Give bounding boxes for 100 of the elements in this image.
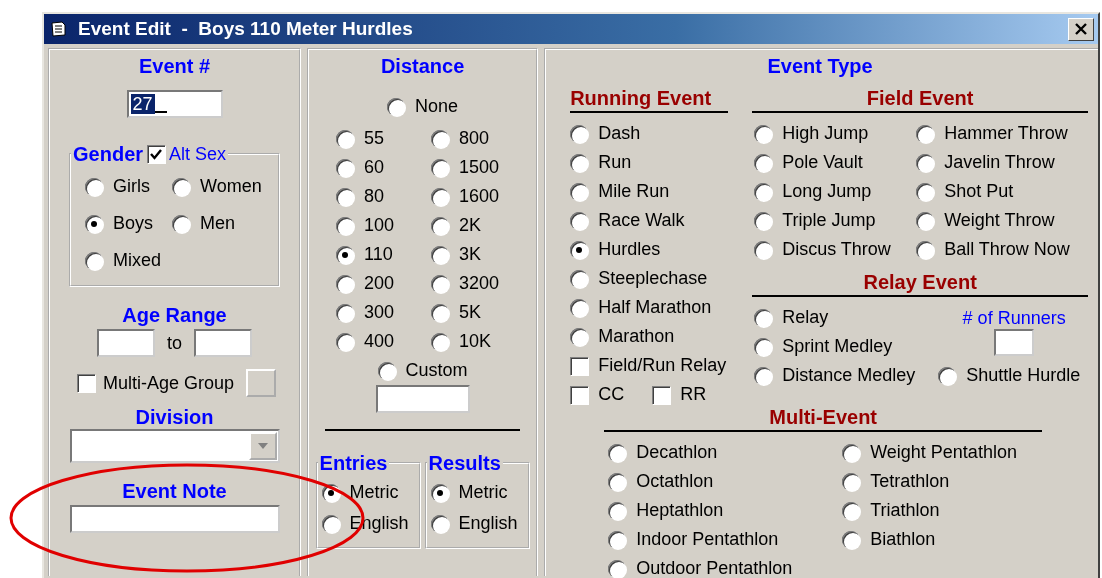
radio-button[interactable] xyxy=(570,269,589,288)
radio-button[interactable] xyxy=(431,303,450,322)
radio-button[interactable] xyxy=(608,530,627,549)
radio-button[interactable] xyxy=(570,211,589,230)
option-label: Decathlon xyxy=(636,442,718,463)
option-label: Boys xyxy=(113,213,154,234)
radio-button[interactable] xyxy=(387,97,406,116)
option-label: Tetrathlon xyxy=(870,471,950,492)
radio-button[interactable] xyxy=(570,124,589,143)
radio-button[interactable] xyxy=(85,214,103,233)
radio-button[interactable] xyxy=(916,124,935,143)
radio-button[interactable] xyxy=(336,158,355,177)
radio-button[interactable] xyxy=(431,216,450,235)
radio-button[interactable] xyxy=(570,298,589,317)
field-label: # of Runners xyxy=(962,308,1066,329)
option-label: Men xyxy=(200,213,236,234)
option-label: Mile Run xyxy=(598,181,670,202)
option-label: 300 xyxy=(364,302,395,323)
event-note-field[interactable] xyxy=(69,505,280,533)
checkbox[interactable] xyxy=(147,145,166,163)
close-button[interactable] xyxy=(1068,17,1094,41)
radio-button[interactable] xyxy=(916,153,935,172)
option-label: Run xyxy=(598,152,632,173)
checkbox[interactable] xyxy=(570,356,589,375)
radio-button[interactable] xyxy=(608,559,627,578)
radio-button[interactable] xyxy=(570,327,589,346)
radio-button[interactable] xyxy=(321,514,340,533)
radio-button[interactable] xyxy=(608,501,627,520)
radio-button[interactable] xyxy=(842,530,861,549)
section-heading: Age Range xyxy=(122,303,227,327)
radio-button[interactable] xyxy=(754,308,773,327)
radio-button[interactable] xyxy=(431,332,450,351)
radio-button[interactable] xyxy=(842,472,861,491)
option-label: Shot Put xyxy=(944,181,1014,202)
radio-button[interactable] xyxy=(85,251,103,270)
radio-button[interactable] xyxy=(608,472,627,491)
radio-button[interactable] xyxy=(570,153,589,172)
option-label: Distance Medley xyxy=(782,365,916,386)
option-label: Indoor Pentathlon xyxy=(636,529,779,550)
radio-button[interactable] xyxy=(172,214,190,233)
radio-button[interactable] xyxy=(336,303,355,322)
option-label: Women xyxy=(200,176,262,197)
checkbox[interactable] xyxy=(570,385,589,404)
option-label: Hammer Throw xyxy=(944,123,1068,144)
division-dropdown[interactable] xyxy=(69,429,280,463)
radio-button[interactable] xyxy=(754,124,773,143)
radio-button[interactable] xyxy=(377,361,396,380)
radio-button[interactable] xyxy=(754,337,773,356)
radio-button[interactable] xyxy=(754,211,773,230)
option-label: 3K xyxy=(459,244,482,265)
radio-button[interactable] xyxy=(431,129,450,148)
checkbox[interactable] xyxy=(77,374,95,392)
age-from-field[interactable] xyxy=(97,329,155,357)
option-label: 110 xyxy=(364,244,393,265)
radio-button[interactable] xyxy=(754,366,773,385)
option-label: Steeplechase xyxy=(598,268,708,289)
section-heading: Event Note xyxy=(122,479,227,503)
radio-button[interactable] xyxy=(336,187,355,206)
radio-button[interactable] xyxy=(916,211,935,230)
option-label: Weight Pentathlon xyxy=(870,442,1017,463)
age-to-field[interactable] xyxy=(194,329,252,357)
option-label: 3200 xyxy=(459,273,500,294)
custom-distance-field[interactable] xyxy=(375,385,470,413)
radio-button[interactable] xyxy=(336,274,355,293)
option-label: Triple Jump xyxy=(782,210,876,231)
radio-button[interactable] xyxy=(431,274,450,293)
radio-button[interactable] xyxy=(570,240,589,259)
radio-button[interactable] xyxy=(842,501,861,520)
runners-field[interactable] xyxy=(994,329,1035,356)
group-heading: Gender xyxy=(73,142,144,166)
option-label: 200 xyxy=(364,273,395,294)
radio-button[interactable] xyxy=(336,216,355,235)
close-icon xyxy=(1074,22,1088,36)
radio-button[interactable] xyxy=(336,129,355,148)
radio-button[interactable] xyxy=(754,182,773,201)
radio-button[interactable] xyxy=(430,483,449,502)
radio-button[interactable] xyxy=(336,245,355,264)
event-number-field[interactable]: 27 xyxy=(126,90,223,118)
text-cursor xyxy=(154,111,167,113)
radio-button[interactable] xyxy=(430,514,449,533)
option-label: None xyxy=(415,96,459,117)
checkbox-label: Multi-Age Group xyxy=(103,372,235,394)
radio-button[interactable] xyxy=(842,443,861,462)
radio-button[interactable] xyxy=(916,182,935,201)
radio-button[interactable] xyxy=(916,240,935,259)
radio-button[interactable] xyxy=(431,187,450,206)
option-label: Discus Throw xyxy=(782,239,891,260)
radio-button[interactable] xyxy=(754,240,773,259)
radio-button[interactable] xyxy=(431,158,450,177)
radio-button[interactable] xyxy=(608,443,627,462)
option-label: Metric xyxy=(349,482,399,503)
radio-button[interactable] xyxy=(85,177,103,196)
radio-button[interactable] xyxy=(570,182,589,201)
checkbox[interactable] xyxy=(652,385,671,404)
radio-button[interactable] xyxy=(754,153,773,172)
radio-button[interactable] xyxy=(336,332,355,351)
option-label: Octathlon xyxy=(636,471,714,492)
radio-button[interactable] xyxy=(431,245,450,264)
radio-button[interactable] xyxy=(938,366,957,385)
radio-button[interactable] xyxy=(172,177,190,196)
